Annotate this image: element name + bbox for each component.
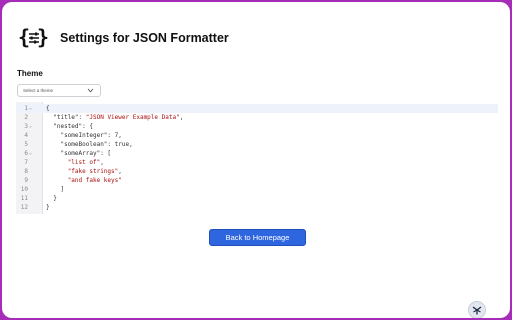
- string-token: "list of": [67, 159, 101, 166]
- extension-badge-icon[interactable]: [468, 301, 486, 318]
- editor-line: 9 "and fake keys": [16, 176, 498, 185]
- code-text: "someArray": [: [46, 149, 111, 158]
- line-number: 6: [24, 150, 28, 157]
- punct-token: }: [46, 195, 57, 202]
- editor-line: 3 ⌄ "nested": {: [16, 122, 498, 131]
- punct-token: }: [46, 204, 50, 211]
- punct-token: [46, 177, 68, 184]
- punct-token: [46, 159, 68, 166]
- punct-token: : [: [100, 150, 112, 157]
- string-token: "and fake keys": [67, 177, 122, 184]
- punct-token: : {: [82, 123, 93, 130]
- string-token: "JSON Viewer Example Data": [85, 114, 180, 121]
- key-token: "nested": [53, 123, 83, 130]
- punct-token: ,: [179, 114, 184, 121]
- code-text: "fake strings",: [46, 167, 122, 176]
- punct-token: :: [78, 114, 86, 121]
- key-token: "someArray": [60, 150, 101, 157]
- code-text: {: [46, 104, 50, 113]
- punct-token: [46, 168, 68, 175]
- theme-label: Theme: [17, 69, 43, 78]
- code-text: "title": "JSON Viewer Example Data",: [46, 113, 183, 122]
- punct-token: ,: [118, 168, 122, 175]
- line-number: 8: [24, 168, 28, 175]
- code-text: }: [46, 203, 50, 212]
- punct-token: : 7,: [107, 132, 122, 139]
- code-text: "someBoolean": true,: [46, 140, 133, 149]
- line-number: 10: [20, 186, 28, 193]
- string-token: "fake strings": [67, 168, 119, 175]
- line-number: 11: [20, 195, 28, 202]
- key-token: "title": [53, 114, 79, 121]
- editor-line: 2 "title": "JSON Viewer Example Data",: [16, 113, 498, 122]
- fold-toggle-icon[interactable]: ⌄: [29, 104, 32, 113]
- editor-line: 4 "someInteger": 7,: [16, 131, 498, 140]
- back-to-homepage-button[interactable]: Back to Homepage: [209, 229, 306, 246]
- code-text: "list of",: [46, 158, 104, 167]
- svg-text:{: {: [18, 25, 30, 49]
- page-header: { } Settings for JSON Formatter: [18, 25, 229, 51]
- json-editor[interactable]: 1 ⌄{2 "title": "JSON Viewer Example Data"…: [16, 102, 498, 214]
- code-text: "and fake keys": [46, 176, 122, 185]
- code-text: ]: [46, 185, 64, 194]
- punct-token: [46, 141, 60, 148]
- line-number: 1: [24, 105, 28, 112]
- line-number: 9: [24, 177, 28, 184]
- theme-select[interactable]: Select a theme: [17, 84, 101, 97]
- line-number: 12: [20, 204, 28, 211]
- editor-line: 6 ⌄ "someArray": [: [16, 149, 498, 158]
- line-number: 4: [24, 132, 28, 139]
- editor-line: 10 ]: [16, 185, 498, 194]
- editor-line: 7 "list of",: [16, 158, 498, 167]
- svg-text:}: }: [37, 25, 48, 49]
- line-number: 3: [24, 123, 28, 130]
- code-text: "someInteger": 7,: [46, 131, 122, 140]
- line-number: 5: [24, 141, 28, 148]
- json-settings-icon: { }: [18, 25, 48, 49]
- editor-line: 5 "someBoolean": true,: [16, 140, 498, 149]
- editor-line: 1 ⌄ {: [16, 104, 498, 113]
- key-token: "someBoolean": [60, 141, 108, 148]
- page-title: Settings for JSON Formatter: [60, 31, 229, 45]
- punct-token: [46, 132, 60, 139]
- punct-token: ,: [100, 159, 104, 166]
- punct-token: : true,: [107, 141, 133, 148]
- theme-select-value: Select a theme: [23, 88, 54, 93]
- punct-token: [46, 150, 60, 157]
- editor-line: 8 "fake strings",: [16, 167, 498, 176]
- punct-token: {: [46, 105, 50, 112]
- editor-line: 12}: [16, 203, 498, 212]
- key-token: "someInteger": [60, 132, 108, 139]
- badge-glyph-icon: [472, 306, 482, 315]
- settings-window: { } Settings for JSON Formatter Theme Se…: [2, 2, 510, 318]
- fold-toggle-icon[interactable]: ⌄: [29, 149, 32, 158]
- punct-token: ]: [46, 186, 65, 193]
- editor-line: 11 }: [16, 194, 498, 203]
- code-text: "nested": {: [46, 122, 93, 131]
- fold-toggle-icon[interactable]: ⌄: [29, 122, 32, 131]
- line-number: 7: [24, 159, 28, 166]
- line-number: 2: [24, 114, 28, 121]
- code-text: }: [46, 194, 57, 203]
- chevron-down-icon: [87, 88, 94, 93]
